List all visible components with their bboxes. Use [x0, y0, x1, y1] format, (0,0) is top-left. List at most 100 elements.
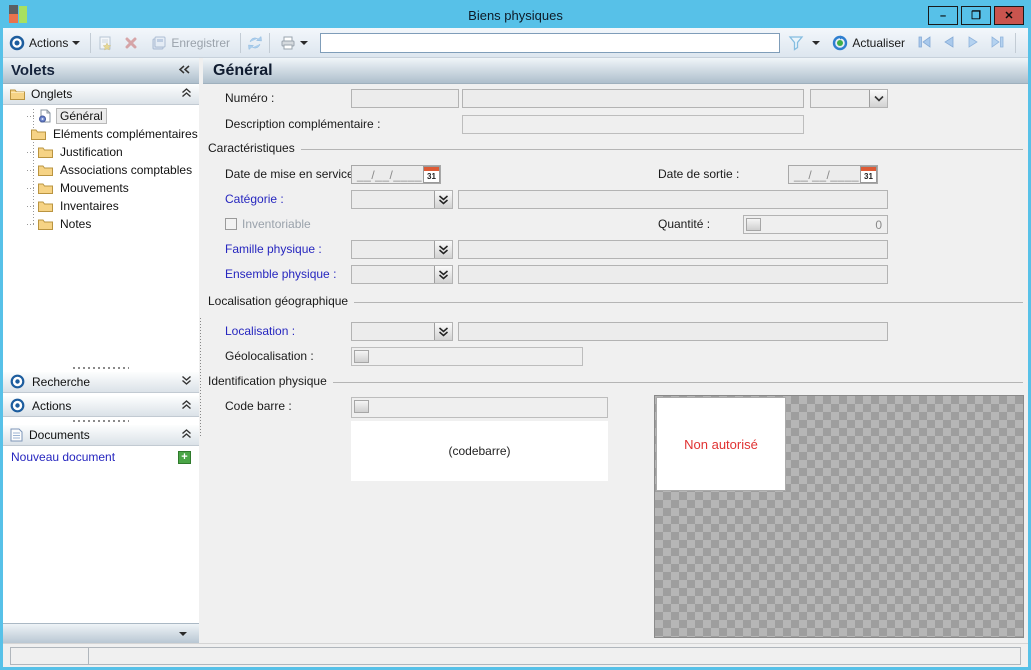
famille-physique-label[interactable]: Famille physique : — [225, 240, 322, 259]
localisation-field[interactable] — [458, 322, 888, 341]
toolbar-separator — [240, 33, 241, 53]
chevron-down-icon — [72, 41, 80, 45]
tree-item-associations-comptables[interactable]: Associations comptables — [3, 161, 199, 179]
nav-first-icon[interactable] — [917, 35, 933, 51]
printer-icon — [280, 35, 296, 51]
target-icon — [9, 35, 25, 51]
chevron-double-down-icon[interactable] — [434, 266, 452, 283]
window-title: Biens physiques — [3, 8, 1028, 23]
refresh-icon[interactable] — [247, 35, 263, 51]
sidebar-volets: Volets Onglets — [3, 58, 199, 643]
categorie-field[interactable] — [458, 190, 888, 209]
ensemble-physique-combo[interactable] — [351, 265, 453, 284]
chevron-double-down-icon[interactable] — [434, 323, 452, 340]
panel-header-actions[interactable]: Actions — [3, 396, 199, 417]
ensemble-physique-field[interactable] — [458, 265, 888, 284]
collapse-sidebar-icon[interactable] — [178, 64, 191, 78]
tree-item-inventaires[interactable]: Inventaires — [3, 197, 199, 215]
numero-field-2[interactable] — [462, 89, 804, 108]
panel-header-documents[interactable]: Documents — [3, 425, 199, 446]
description-label: Description complémentaire : — [225, 115, 380, 134]
quantite-label: Quantité : — [658, 215, 710, 234]
numero-field-1[interactable] — [351, 89, 459, 108]
save-button[interactable]: Enregistrer — [147, 33, 234, 53]
save-label: Enregistrer — [171, 36, 230, 50]
date-sortie-field[interactable]: __/__/____ 31 — [788, 165, 878, 184]
calendar-icon[interactable]: 31 — [860, 166, 877, 183]
famille-physique-field[interactable] — [458, 240, 888, 259]
main-header: Général — [203, 58, 1028, 84]
chevron-double-down-icon[interactable] — [434, 191, 452, 208]
status-bar — [3, 643, 1028, 667]
folder-icon — [38, 218, 53, 230]
minimize-button[interactable]: – — [928, 6, 958, 25]
geolocalisation-field[interactable] — [351, 347, 583, 366]
tree-item-general[interactable]: Général — [3, 107, 199, 125]
target-icon — [10, 398, 26, 414]
codebarre-preview: (codebarre) — [351, 421, 608, 481]
numero-combo[interactable] — [810, 89, 888, 108]
general-form: Numéro : Description complémentaire : Ca… — [203, 84, 1028, 643]
actions-menu-button[interactable]: Actions — [25, 34, 84, 52]
panel-splitter-handle[interactable] — [3, 417, 199, 425]
sidebar-header: Volets — [3, 58, 199, 84]
tree-item-justification[interactable]: Justification — [3, 143, 199, 161]
panel-header-recherche[interactable]: Recherche — [3, 372, 199, 393]
target-icon — [10, 374, 26, 390]
geolocalisation-button[interactable] — [354, 350, 369, 363]
date-sortie-label: Date de sortie : — [658, 165, 739, 184]
nav-next-icon[interactable] — [965, 35, 981, 51]
filter-dropdown-icon[interactable] — [812, 41, 820, 45]
categorie-label[interactable]: Catégorie : — [225, 190, 284, 209]
quantite-field[interactable]: 0 — [743, 215, 888, 234]
inventoriable-checkbox[interactable] — [225, 218, 237, 230]
refresh-data-button[interactable]: Actualiser — [828, 33, 909, 53]
asset-image-area[interactable]: Non autorisé — [654, 395, 1024, 638]
panel-splitter-handle[interactable] — [3, 364, 199, 372]
toolbar: Actions Enregistrer — [3, 28, 1028, 58]
toolbar-separator — [269, 33, 270, 53]
geolocalisation-label: Géolocalisation : — [225, 347, 314, 366]
sidebar-bottom-bar[interactable] — [3, 623, 199, 643]
tree-item-elements-complementaires[interactable]: Eléments complémentaires — [3, 125, 199, 143]
main-panel: Général Numéro : Description complémenta… — [203, 58, 1028, 643]
print-button[interactable] — [276, 33, 312, 53]
new-document-link[interactable]: Nouveau document — [11, 450, 178, 464]
toolbar-separator — [1015, 33, 1016, 53]
description-field[interactable] — [462, 115, 804, 134]
panel-label-onglets: Onglets — [31, 87, 175, 101]
quantite-button[interactable] — [746, 218, 761, 231]
famille-physique-combo[interactable] — [351, 240, 453, 259]
tree-item-notes[interactable]: Notes — [3, 215, 199, 233]
localisation-combo[interactable] — [351, 322, 453, 341]
chevron-double-down-icon[interactable] — [434, 241, 452, 258]
folder-icon — [10, 88, 25, 100]
nav-previous-icon[interactable] — [941, 35, 957, 51]
folder-icon — [38, 164, 53, 176]
code-barre-button[interactable] — [354, 400, 369, 413]
actualiser-label: Actualiser — [852, 36, 905, 50]
delete-icon[interactable] — [123, 35, 139, 51]
app-window: Biens physiques – ❐ ✕ Actions Enregistre… — [0, 0, 1031, 670]
date-mise-en-service-field[interactable]: __/__/____ 31 — [351, 165, 441, 184]
search-input[interactable] — [320, 33, 780, 53]
sidebar-title: Volets — [11, 62, 178, 79]
date-mise-en-service-label: Date de mise en service : — [225, 165, 360, 184]
code-barre-field[interactable] — [351, 397, 608, 418]
sidebar-empty-area — [3, 468, 199, 623]
localisation-label[interactable]: Localisation : — [225, 322, 295, 341]
maximize-button[interactable]: ❐ — [961, 6, 991, 25]
folder-icon — [38, 200, 53, 212]
close-button[interactable]: ✕ — [994, 6, 1024, 25]
tree-item-mouvements[interactable]: Mouvements — [3, 179, 199, 197]
add-document-icon[interactable]: + — [178, 451, 191, 464]
new-item-icon[interactable] — [97, 35, 113, 51]
calendar-icon[interactable]: 31 — [423, 166, 440, 183]
panel-header-onglets[interactable]: Onglets — [3, 84, 199, 105]
chevron-down-icon[interactable] — [869, 90, 887, 107]
filter-icon[interactable] — [788, 35, 804, 51]
ensemble-physique-label[interactable]: Ensemble physique : — [225, 265, 336, 284]
nav-last-icon[interactable] — [989, 35, 1005, 51]
chevron-double-up-icon — [181, 399, 192, 413]
categorie-combo[interactable] — [351, 190, 453, 209]
